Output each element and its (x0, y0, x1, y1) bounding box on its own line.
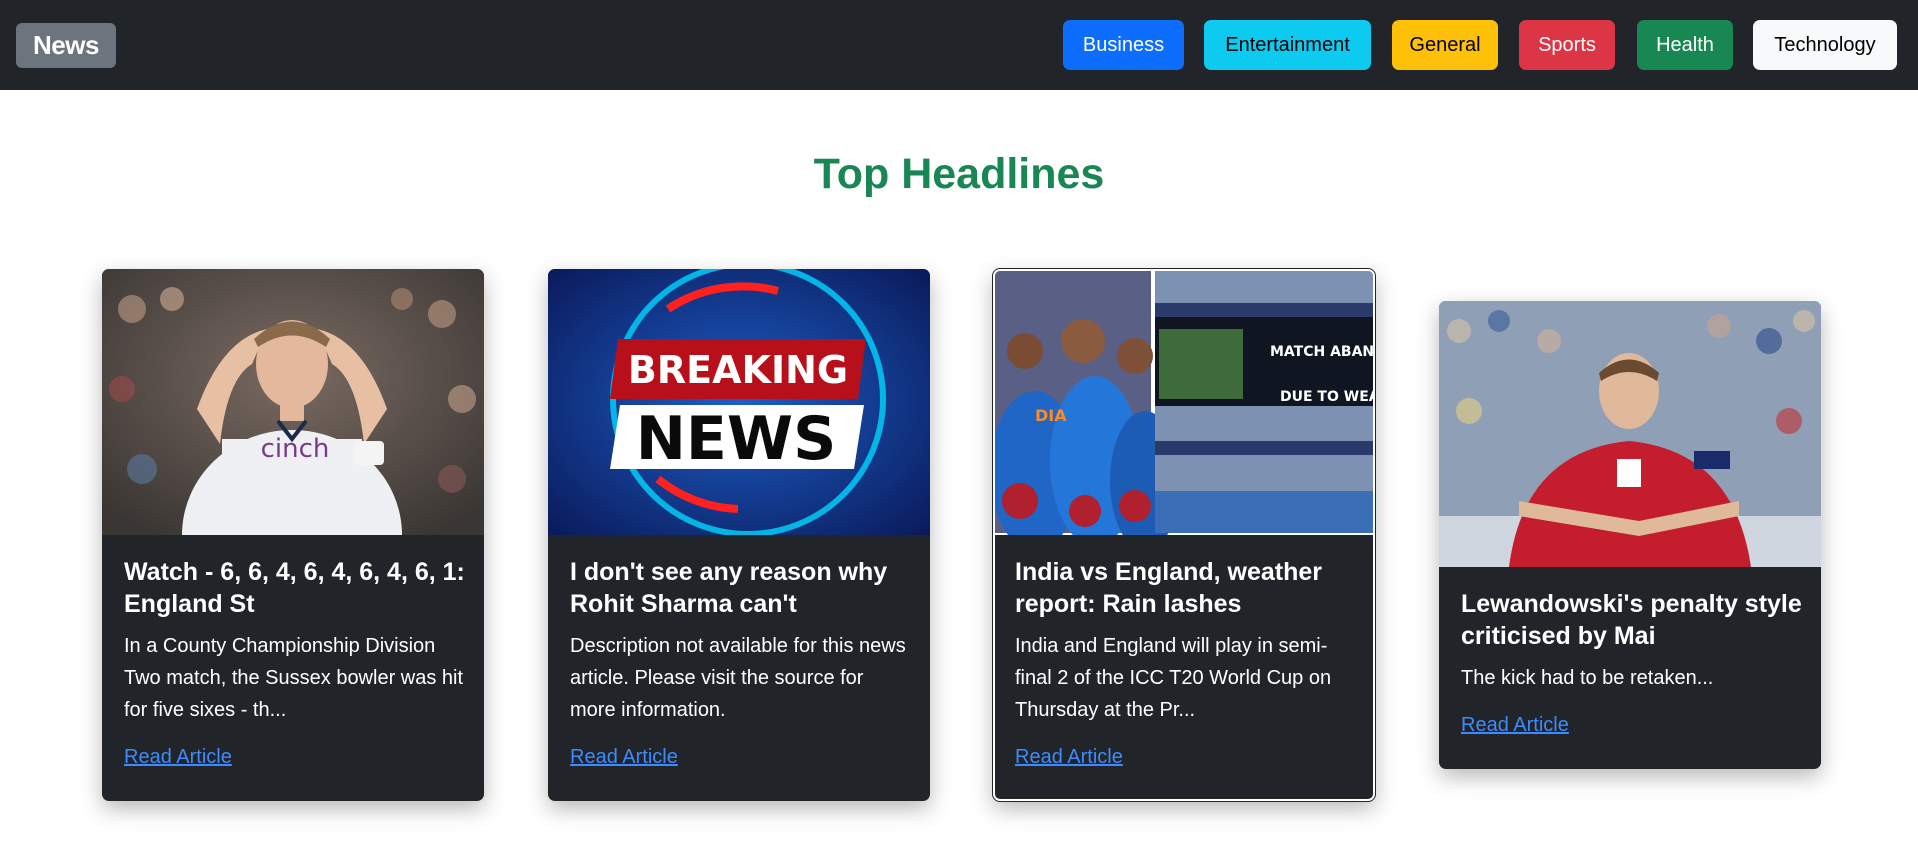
category-general-button[interactable]: General (1392, 20, 1498, 70)
category-health-button[interactable]: Health (1637, 20, 1733, 70)
news-image-text: NEWS (636, 404, 837, 474)
news-card: cinch Watch - 6, 6, 4, 6, 4, 6, 4, 6, 1:… (102, 269, 484, 801)
article-title: India vs England, weather report: Rain l… (1015, 558, 1323, 618)
navbar: News Business Entertainment General Spor… (0, 0, 1918, 90)
article-title: Lewandowski's penalty style criticised b… (1461, 590, 1802, 650)
category-entertainment-button[interactable]: Entertainment (1204, 20, 1371, 70)
article-thumbnail[interactable]: cinch (102, 269, 484, 535)
read-article-link[interactable]: Read Article (124, 746, 232, 769)
breaking-image-text: BREAKING (628, 348, 848, 392)
article-thumbnail[interactable]: BREAKING NEWS (548, 269, 930, 535)
news-card: Lewandowski's penalty style criticised b… (1439, 301, 1821, 769)
card-body: Lewandowski's penalty style criticised b… (1461, 588, 1803, 737)
due-to-weather-text: DUE TO WEAT (1280, 389, 1373, 405)
news-card: DIA MATCH ABAND DUE TO WEAT India vs Eng… (992, 268, 1376, 802)
card-body: India vs England, weather report: Rain l… (1015, 556, 1355, 769)
read-article-link[interactable]: Read Article (1015, 746, 1123, 769)
article-description: Description not available for this news … (570, 635, 906, 721)
article-description: In a County Championship Division Two ma… (124, 635, 464, 721)
article-thumbnail[interactable]: DIA MATCH ABAND DUE TO WEAT (995, 271, 1373, 535)
read-article-link[interactable]: Read Article (1461, 714, 1569, 737)
card-body: I don't see any reason why Rohit Sharma … (570, 556, 912, 769)
page-title: Top Headlines (813, 150, 1105, 198)
article-thumbnail[interactable] (1439, 301, 1821, 567)
svg-text:DIA: DIA (1035, 406, 1067, 425)
match-abandoned-text: MATCH ABAND (1270, 344, 1373, 360)
article-title: I don't see any reason why Rohit Sharma … (570, 558, 888, 618)
brand-logo[interactable]: News (16, 23, 116, 68)
article-description: The kick had to be retaken... (1461, 667, 1714, 689)
article-description: India and England will play in semi-fina… (1015, 635, 1332, 721)
category-sports-button[interactable]: Sports (1519, 20, 1615, 70)
news-card: BREAKING NEWS I don't see any reason why… (548, 269, 930, 801)
svg-text:cinch: cinch (261, 434, 330, 464)
category-business-button[interactable]: Business (1063, 20, 1184, 70)
card-body: Watch - 6, 6, 4, 6, 4, 6, 4, 6, 1: Engla… (124, 556, 466, 769)
category-technology-button[interactable]: Technology (1753, 20, 1897, 70)
article-title: Watch - 6, 6, 4, 6, 4, 6, 4, 6, 1: Engla… (124, 558, 465, 618)
read-article-link[interactable]: Read Article (570, 746, 678, 769)
